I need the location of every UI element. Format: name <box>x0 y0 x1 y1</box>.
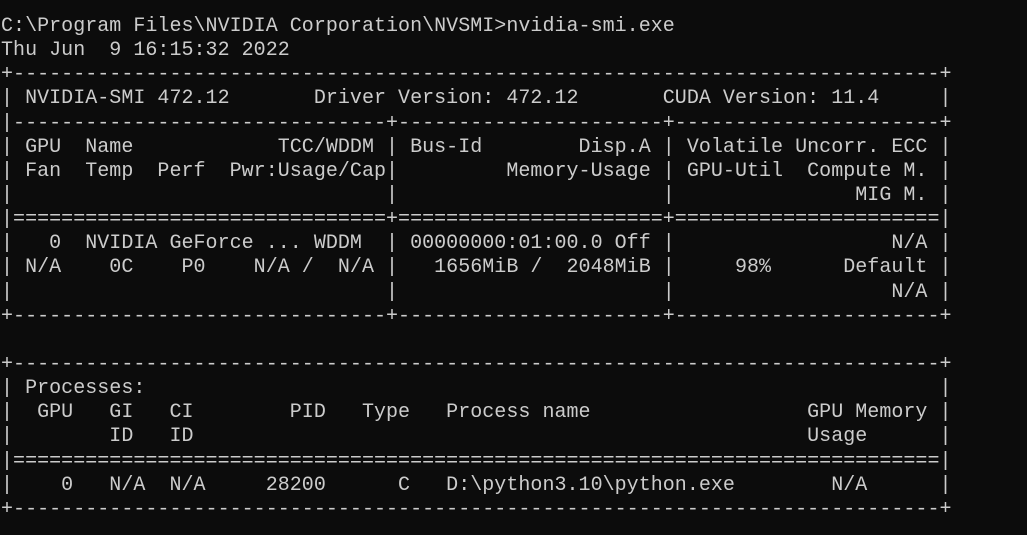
process-header-row-1: | GPU GI CI PID Type Process name GPU Me… <box>1 401 952 425</box>
process-table-border-top: +---------------------------------------… <box>1 352 952 376</box>
version-line: | NVIDIA-SMI 472.12 Driver Version: 472.… <box>1 87 952 111</box>
processes-title: | Processes: | <box>1 377 952 401</box>
gpu-header-separator: |===============================+=======… <box>1 208 952 232</box>
gpu-header-row-2: | Fan Temp Perf Pwr:Usage/Cap| Memory-Us… <box>1 159 952 183</box>
gpu-header-row-3: | | | MIG M. | <box>1 183 952 207</box>
timestamp-line: Thu Jun 9 16:15:32 2022 <box>1 39 290 63</box>
process-table-border-bottom: +---------------------------------------… <box>1 497 952 521</box>
table-border-top: +---------------------------------------… <box>1 63 952 87</box>
table-divider: |-------------------------------+-------… <box>1 111 952 135</box>
terminal-window[interactable]: C:\Program Files\NVIDIA Corporation\NVSM… <box>0 0 1027 535</box>
process-header-separator: |=======================================… <box>1 449 952 473</box>
command-line: C:\Program Files\NVIDIA Corporation\NVSM… <box>1 15 675 38</box>
process-header-row-2: | ID ID Usage | <box>1 425 952 449</box>
process-row: | 0 N/A N/A 28200 C D:\python3.10\python… <box>1 473 952 497</box>
gpu-header-row-1: | GPU Name TCC/WDDM | Bus-Id Disp.A | Vo… <box>1 135 952 159</box>
gpu-row-2: | N/A 0C P0 N/A / N/A | 1656MiB / 2048Mi… <box>1 256 952 280</box>
gpu-row-1: | 0 NVIDIA GeForce ... WDDM | 00000000:0… <box>1 232 952 256</box>
table-border-bottom: +-------------------------------+-------… <box>1 304 952 328</box>
gpu-row-3: | | | N/A | <box>1 280 952 304</box>
